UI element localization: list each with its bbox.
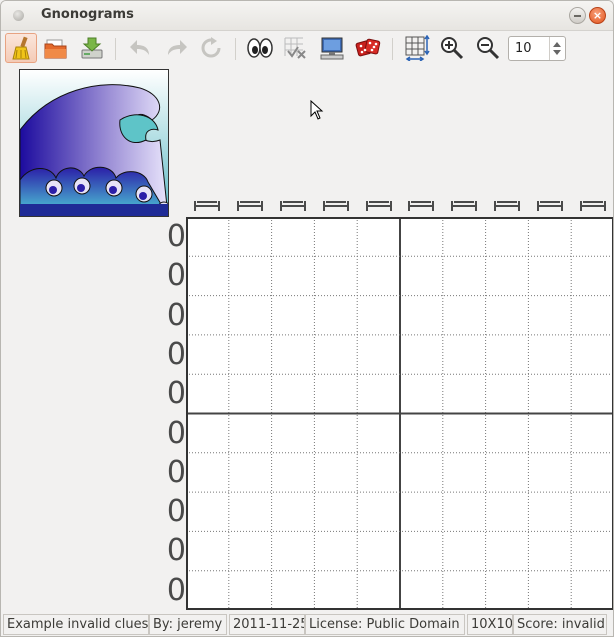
row-clue: 0 bbox=[166, 533, 186, 569]
empty-clue-marker-icon bbox=[280, 201, 306, 211]
peek-eyes-icon bbox=[247, 38, 273, 58]
save-download-icon bbox=[81, 37, 103, 59]
status-dimensions: 10X10 bbox=[467, 614, 513, 635]
toolbar: 10 bbox=[1, 30, 613, 68]
column-clue bbox=[237, 196, 264, 212]
open-folder-icon bbox=[44, 39, 67, 59]
undo-button[interactable] bbox=[125, 33, 157, 63]
row-clue: 0 bbox=[166, 258, 186, 294]
resize-grid-button[interactable] bbox=[401, 33, 433, 63]
zoom-spinbox[interactable]: 10 bbox=[508, 36, 566, 61]
toolbar-separator bbox=[392, 38, 393, 60]
undo-icon bbox=[130, 40, 149, 55]
status-description: Example invalid clues bbox=[3, 614, 149, 635]
open-button[interactable] bbox=[40, 33, 72, 63]
redo-button[interactable] bbox=[160, 33, 192, 63]
toolbar-separator bbox=[115, 38, 116, 60]
empty-clue-marker-icon bbox=[237, 201, 264, 211]
row-clue: 0 bbox=[166, 415, 186, 451]
empty-clue-marker-icon bbox=[322, 201, 349, 211]
computer-solve-button[interactable] bbox=[316, 33, 348, 63]
row-clue: 0 bbox=[166, 297, 186, 333]
clear-icon bbox=[12, 36, 30, 60]
empty-clue-marker-icon bbox=[365, 201, 392, 211]
row-clue: 0 bbox=[166, 572, 186, 608]
minimize-button[interactable] bbox=[569, 7, 586, 24]
status-author: By: jeremy bbox=[149, 614, 227, 635]
column-clue bbox=[408, 196, 435, 212]
column-clue bbox=[194, 196, 221, 212]
redo-icon bbox=[168, 40, 187, 55]
spin-up-icon[interactable] bbox=[553, 42, 561, 47]
status-license: License: Public Domain bbox=[305, 614, 465, 635]
computer-solve-icon bbox=[320, 37, 344, 60]
random-button[interactable] bbox=[352, 33, 384, 63]
status-score: Score: invalid bbox=[513, 614, 607, 635]
empty-clue-marker-icon bbox=[408, 201, 435, 211]
column-clue bbox=[280, 196, 306, 212]
toolbar-separator bbox=[235, 38, 236, 60]
spin-buttons bbox=[549, 37, 565, 60]
row-clue: 0 bbox=[166, 454, 186, 490]
window-menu-icon[interactable] bbox=[13, 10, 24, 21]
row-clue: 0 bbox=[166, 336, 186, 372]
status-date: 2011-11-25 bbox=[229, 614, 305, 635]
random-dice-icon bbox=[355, 38, 381, 57]
check-errors-icon bbox=[284, 37, 306, 59]
zoom-in-icon bbox=[441, 37, 464, 60]
title-bar: Gnonograms × bbox=[1, 1, 613, 31]
refresh-icon bbox=[201, 37, 221, 58]
wave-image bbox=[19, 69, 169, 217]
zoom-value[interactable]: 10 bbox=[515, 41, 532, 56]
column-clue bbox=[322, 196, 349, 212]
zoom-out-icon bbox=[477, 37, 500, 60]
empty-clue-marker-icon bbox=[536, 201, 563, 211]
peek-button[interactable] bbox=[244, 33, 276, 63]
spin-down-icon[interactable] bbox=[553, 50, 561, 55]
resize-grid-icon bbox=[405, 35, 430, 61]
empty-clue-marker-icon bbox=[451, 201, 478, 211]
empty-clue-marker-icon bbox=[494, 201, 520, 211]
column-clue bbox=[579, 196, 606, 212]
empty-clue-marker-icon bbox=[194, 201, 221, 211]
column-clue bbox=[536, 196, 563, 212]
column-clue bbox=[365, 196, 392, 212]
refresh-button[interactable] bbox=[195, 33, 227, 63]
column-clue bbox=[451, 196, 478, 212]
zoom-out-button[interactable] bbox=[472, 33, 504, 63]
save-button[interactable] bbox=[76, 33, 108, 63]
check-errors-button[interactable] bbox=[279, 33, 311, 63]
puzzle-grid[interactable] bbox=[186, 217, 614, 610]
row-clue: 0 bbox=[166, 376, 186, 412]
column-clue bbox=[494, 196, 520, 212]
close-button[interactable]: × bbox=[589, 7, 606, 24]
app-window: Gnonograms × 10 0 0 0 0 0 0 0 0 0 0 Exam… bbox=[0, 0, 614, 637]
row-clue: 0 bbox=[166, 494, 186, 530]
close-icon: × bbox=[592, 9, 603, 22]
zoom-in-button[interactable] bbox=[436, 33, 468, 63]
status-bar: Example invalid clues By: jeremy 2011-11… bbox=[1, 613, 613, 636]
row-clue: 0 bbox=[166, 219, 186, 254]
mouse-cursor-icon bbox=[310, 100, 324, 120]
window-title: Gnonograms bbox=[41, 7, 134, 22]
clear-button[interactable] bbox=[5, 33, 37, 63]
empty-clue-marker-icon bbox=[579, 201, 606, 211]
